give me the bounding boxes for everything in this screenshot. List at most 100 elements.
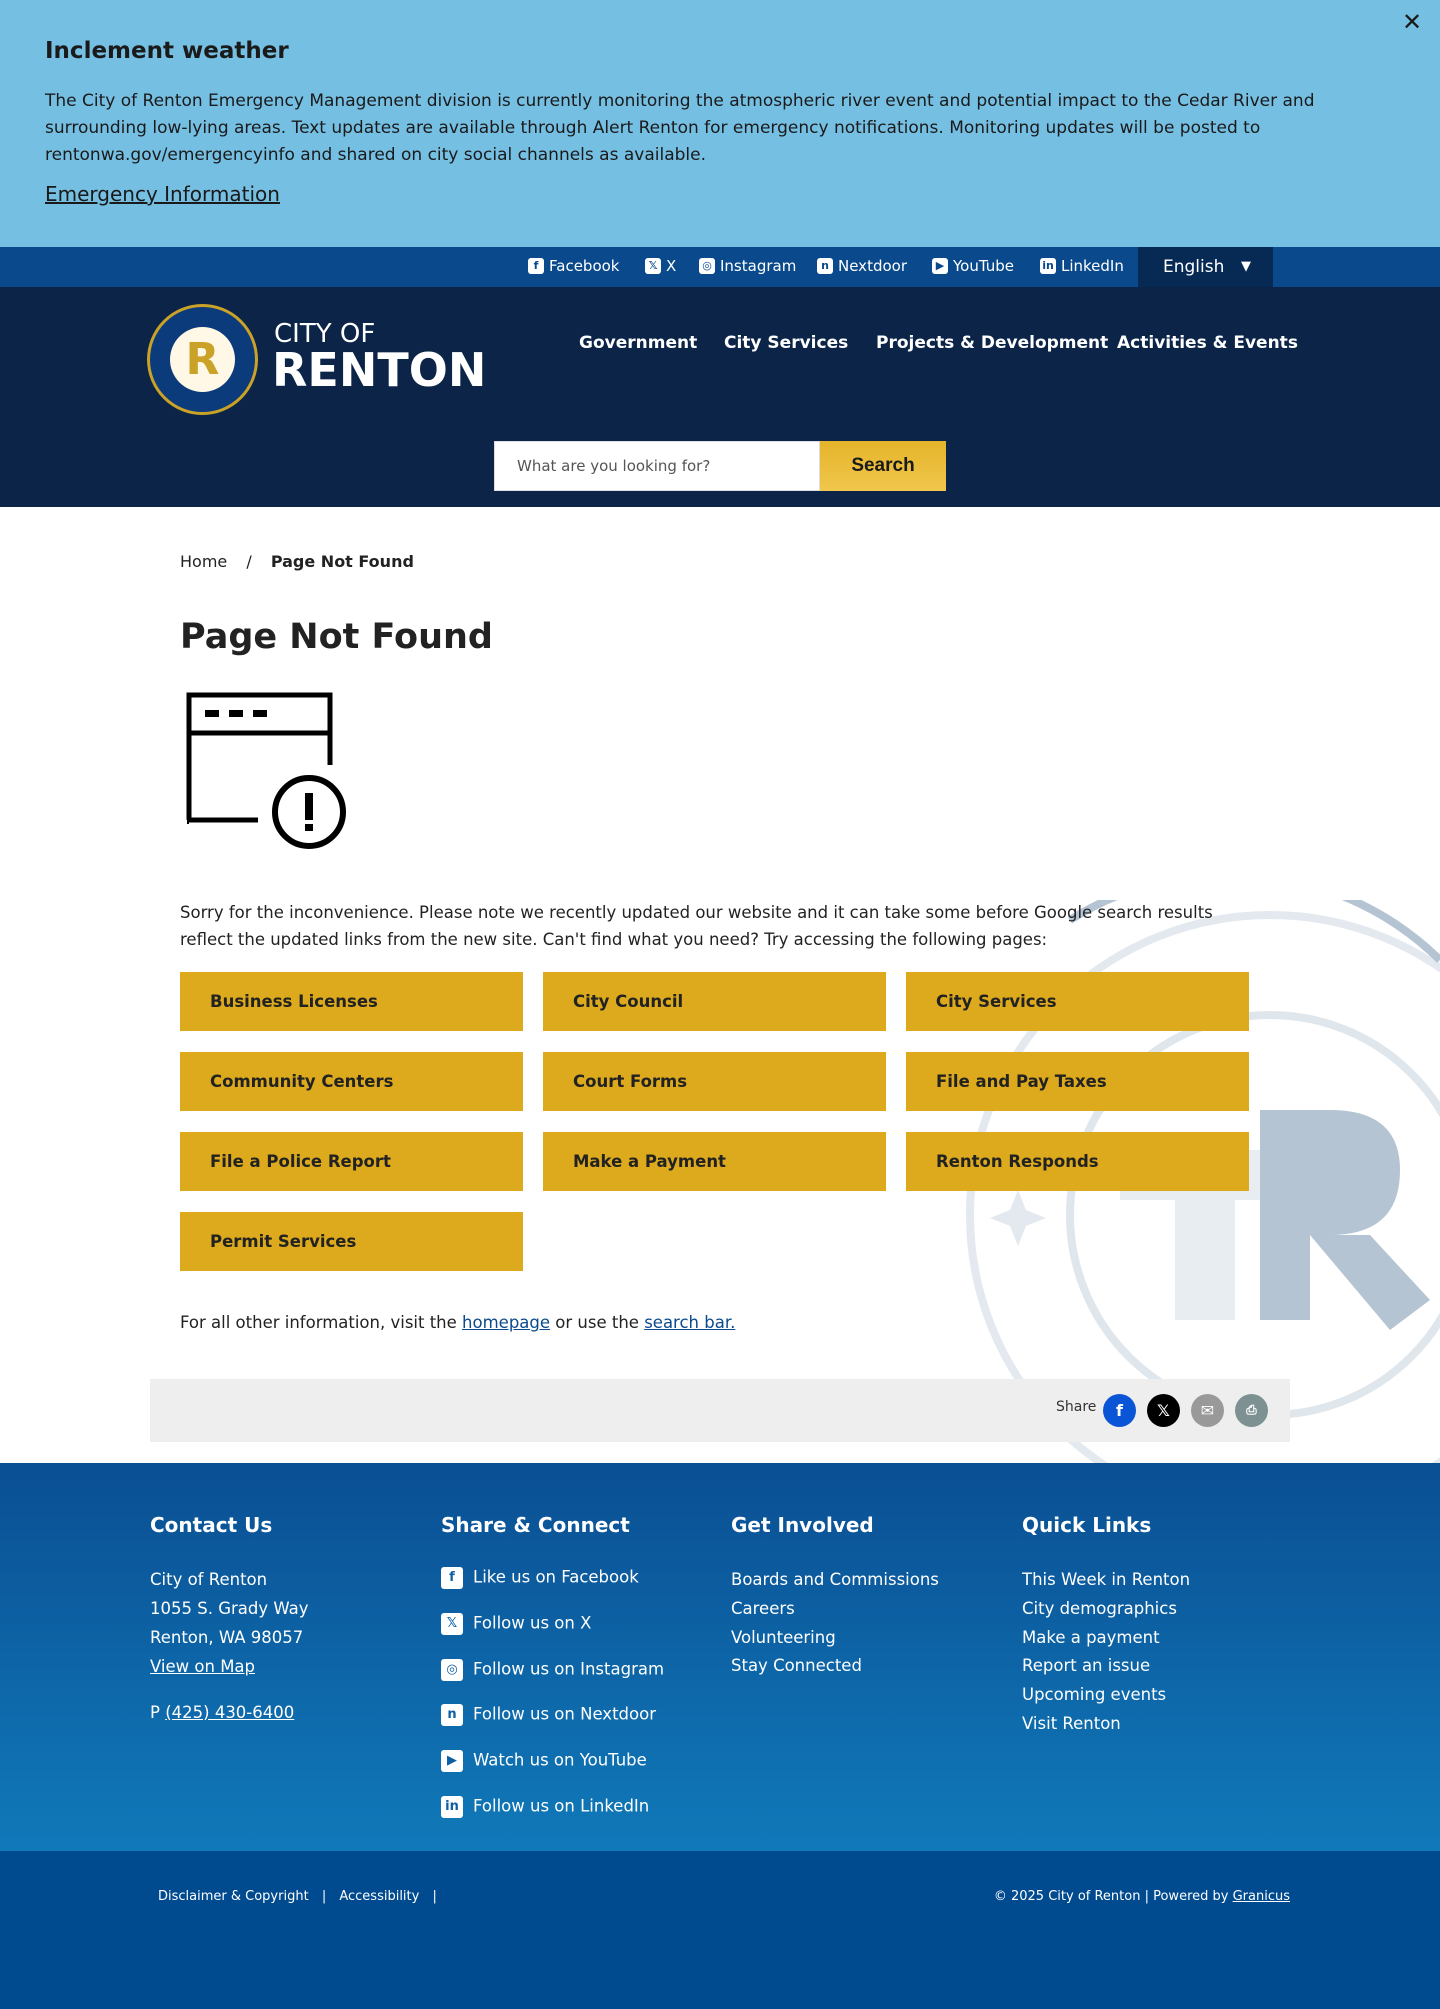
link-label: Like us on Facebook xyxy=(473,1567,639,1587)
quick-link-button[interactable]: City Services xyxy=(906,972,1249,1031)
social-linkedin[interactable]: in LinkedIn xyxy=(1040,257,1124,275)
footer-nextdoor-link[interactable]: n Follow us on Nextdoor xyxy=(441,1704,656,1726)
share-bar: Share f 𝕏 ✉ ⎙ xyxy=(150,1379,1290,1442)
other-info-text: For all other information, visit the hom… xyxy=(180,1313,735,1332)
contact-line: Renton, WA 98057 xyxy=(150,1628,304,1647)
view-on-map-link[interactable]: View on Map xyxy=(150,1657,255,1676)
social-label: Nextdoor xyxy=(838,257,907,275)
breadcrumb-separator: / xyxy=(246,552,252,571)
phone-link[interactable]: (425) 430-6400 xyxy=(165,1703,294,1722)
footer-linkedin-link[interactable]: in Follow us on LinkedIn xyxy=(441,1796,649,1818)
emergency-information-link[interactable]: Emergency Information xyxy=(45,182,280,206)
share-x-icon[interactable]: 𝕏 xyxy=(1147,1394,1180,1427)
share-print-icon[interactable]: ⎙ xyxy=(1235,1394,1268,1427)
breadcrumb: Home / Page Not Found xyxy=(180,552,414,571)
social-instagram[interactable]: ◎ Instagram xyxy=(699,257,796,275)
contact-line: City of Renton xyxy=(150,1570,268,1589)
alert-title: Inclement weather xyxy=(45,38,289,64)
facebook-icon: f xyxy=(441,1567,463,1589)
quick-footer-link[interactable]: This Week in Renton xyxy=(1022,1570,1190,1589)
quick-footer-link[interactable]: Make a payment xyxy=(1022,1628,1160,1647)
page-error-icon xyxy=(186,692,346,849)
quick-link-button[interactable]: Community Centers xyxy=(180,1052,523,1111)
youtube-icon: ▶ xyxy=(932,258,948,274)
quick-link-button[interactable]: Make a Payment xyxy=(543,1132,886,1191)
chevron-down-icon: ▼ xyxy=(1241,259,1251,274)
site-footer: Contact Us City of Renton 1055 S. Grady … xyxy=(0,1463,1440,1851)
separator: | xyxy=(432,1889,437,1904)
accessibility-link[interactable]: Accessibility xyxy=(339,1889,419,1904)
quick-footer-link[interactable]: City demographics xyxy=(1022,1599,1177,1618)
language-label: English xyxy=(1163,257,1225,277)
breadcrumb-current: Page Not Found xyxy=(270,552,414,571)
social-bar: f Facebook 𝕏X ◎ Instagram n Nextdoor ▶ YouTu… xyxy=(0,247,1440,287)
involved-link[interactable]: Boards and Commissions xyxy=(731,1570,939,1589)
share-facebook-icon[interactable]: f xyxy=(1103,1394,1136,1427)
social-label: Facebook xyxy=(549,257,620,275)
nextdoor-icon: n xyxy=(817,258,833,274)
link-label: Follow us on X xyxy=(473,1613,592,1633)
quick-link-button[interactable]: File and Pay Taxes xyxy=(906,1052,1249,1111)
social-label: LinkedIn xyxy=(1061,257,1124,275)
quick-link-button[interactable]: Permit Services xyxy=(180,1212,523,1271)
city-seal-logo[interactable]: R xyxy=(147,304,258,415)
nav-government[interactable]: Government xyxy=(579,333,697,353)
nav-projects-development[interactable]: Projects & Development xyxy=(876,333,1108,353)
linkedin-icon: in xyxy=(1040,258,1056,274)
copyright: © 2025 City of Renton | Powered by Grani… xyxy=(994,1889,1290,1904)
other-mid: or use the xyxy=(550,1313,645,1332)
contact-phone: P (425) 430-6400 xyxy=(150,1703,294,1722)
copyright-text: © 2025 City of Renton | Powered by xyxy=(993,1889,1233,1904)
other-prefix: For all other information, visit the xyxy=(180,1313,463,1332)
homepage-link[interactable]: homepage xyxy=(462,1313,550,1332)
quick-footer-link[interactable]: Upcoming events xyxy=(1022,1685,1166,1704)
page-title: Page Not Found xyxy=(180,617,493,657)
footer-bottom-bar: Disclaimer & Copyright | Accessibility |… xyxy=(0,1851,1440,2009)
close-icon[interactable]: ✕ xyxy=(1402,8,1422,36)
involved-link[interactable]: Stay Connected xyxy=(731,1656,862,1675)
quick-footer-link[interactable]: Visit Renton xyxy=(1022,1714,1121,1733)
social-nextdoor[interactable]: n Nextdoor xyxy=(817,257,907,275)
search-button[interactable]: Search xyxy=(820,441,946,491)
intro-text: Sorry for the inconvenience. Please note… xyxy=(180,903,1213,949)
footer-heading-contact: Contact Us xyxy=(150,1513,273,1537)
social-facebook[interactable]: f Facebook xyxy=(528,257,619,275)
linkedin-icon: in xyxy=(441,1796,463,1818)
search-input[interactable]: What are you looking for? xyxy=(494,441,820,491)
quick-link-button[interactable]: Business Licenses xyxy=(180,972,523,1031)
social-label: Instagram xyxy=(720,257,797,275)
footer-x-link[interactable]: 𝕏 Follow us on X xyxy=(441,1613,591,1635)
search-bar-link[interactable]: search bar. xyxy=(644,1313,735,1332)
granicus-link[interactable]: Granicus xyxy=(1233,1889,1290,1904)
involved-link[interactable]: Careers xyxy=(731,1599,795,1618)
nav-activities-events[interactable]: Activities & Events xyxy=(1117,333,1298,353)
footer-heading-quick-links: Quick Links xyxy=(1022,1513,1152,1537)
social-label: X xyxy=(666,257,677,275)
footer-heading-involved: Get Involved xyxy=(731,1513,874,1537)
footer-heading-connect: Share & Connect xyxy=(441,1513,630,1537)
footer-instagram-link[interactable]: ◎ Follow us on Instagram xyxy=(441,1659,664,1681)
footer-youtube-link[interactable]: ▶ Watch us on YouTube xyxy=(441,1750,647,1772)
alert-banner: Inclement weather The City of Renton Eme… xyxy=(0,0,1440,247)
link-label: Follow us on LinkedIn xyxy=(473,1796,650,1816)
quick-link-button[interactable]: City Council xyxy=(543,972,886,1031)
language-select[interactable]: English ▼ xyxy=(1138,247,1273,287)
social-x[interactable]: 𝕏X xyxy=(645,257,676,275)
quick-link-button[interactable]: Court Forms xyxy=(543,1052,886,1111)
share-email-icon[interactable]: ✉ xyxy=(1191,1394,1224,1427)
youtube-icon: ▶ xyxy=(441,1750,463,1772)
nextdoor-icon: n xyxy=(441,1704,463,1726)
phone-prefix: P xyxy=(150,1703,166,1722)
site-header: R CITY OF RENTON Government City Service… xyxy=(0,287,1440,507)
social-youtube[interactable]: ▶ YouTube xyxy=(932,257,1014,275)
nav-city-services[interactable]: City Services xyxy=(724,333,848,353)
social-label: YouTube xyxy=(953,257,1014,275)
involved-link[interactable]: Volunteering xyxy=(731,1628,836,1647)
breadcrumb-home[interactable]: Home xyxy=(180,552,227,571)
footer-facebook-link[interactable]: f Like us on Facebook xyxy=(441,1567,639,1589)
disclaimer-link[interactable]: Disclaimer & Copyright xyxy=(158,1889,309,1904)
separator: | xyxy=(321,1889,327,1904)
quick-link-button[interactable]: Renton Responds xyxy=(906,1132,1249,1191)
quick-link-button[interactable]: File a Police Report xyxy=(180,1132,523,1191)
quick-footer-link[interactable]: Report an issue xyxy=(1022,1656,1150,1675)
